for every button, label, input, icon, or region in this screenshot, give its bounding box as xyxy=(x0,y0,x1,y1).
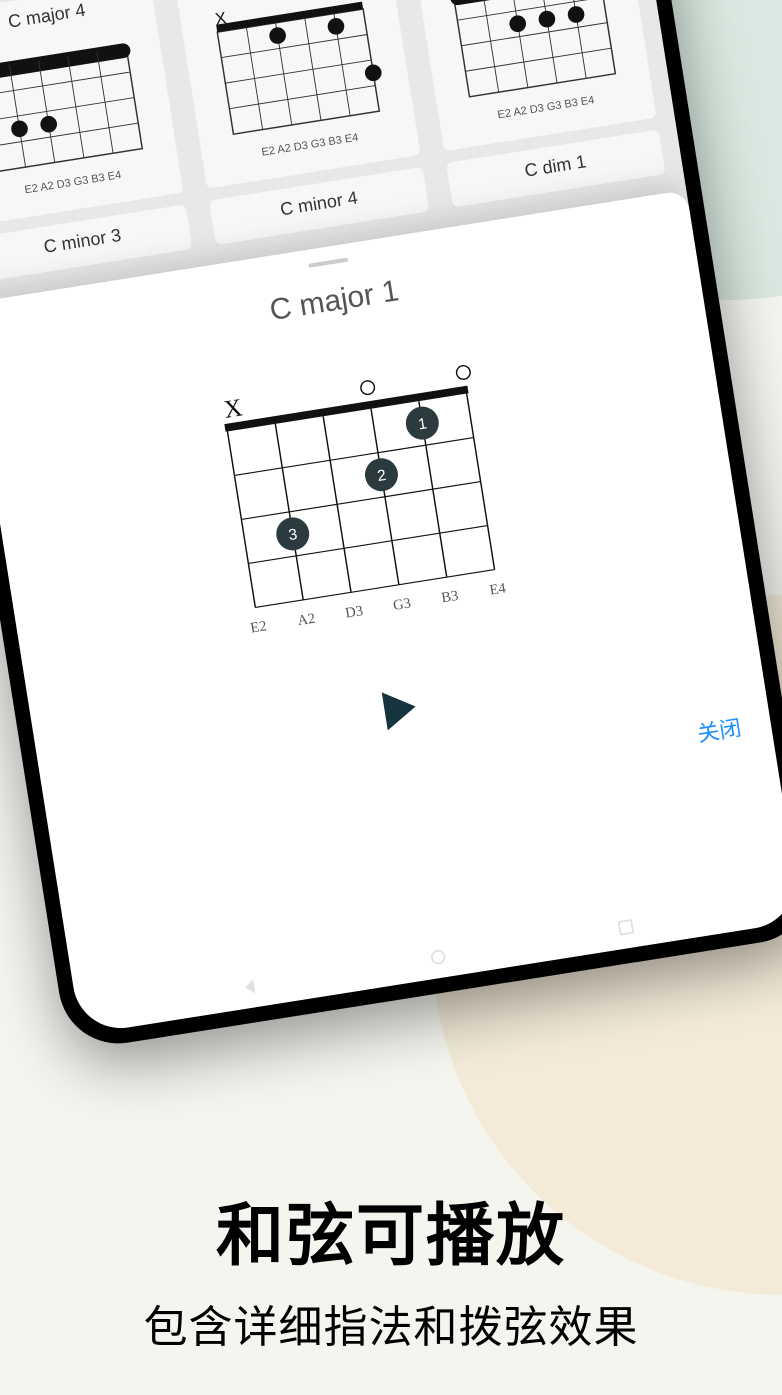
chord-detail-sheet: C major 1 X xyxy=(0,190,782,1035)
play-icon xyxy=(371,682,426,737)
marketing-subline: 包含详细指法和拨弦效果 xyxy=(0,1291,782,1355)
svg-text:A2: A2 xyxy=(296,611,316,630)
svg-text:B3: B3 xyxy=(440,588,459,606)
chord-diagram-icon: E2 A2 D3 G3 B3 E4 xyxy=(0,18,167,211)
chord-diagram-icon: X E2 xyxy=(195,0,403,174)
sheet-handle[interactable] xyxy=(308,258,348,268)
chord-card[interactable]: C minor 1 X xyxy=(174,0,420,189)
phone-mockup: — E2 A2 xyxy=(0,0,782,1052)
svg-text:E2: E2 xyxy=(249,618,267,636)
open-marker xyxy=(360,380,376,396)
chord-title: C dim 1 xyxy=(453,140,659,193)
chord-card[interactable]: C minor 2 xyxy=(410,0,656,151)
marketing-headline: 和弦可播放 xyxy=(0,1180,782,1279)
svg-text:D3: D3 xyxy=(344,603,364,622)
chord-card[interactable]: C major 4 xyxy=(0,0,184,226)
chord-title: C minor 4 xyxy=(216,178,422,231)
marketing-text: 和弦可播放 包含详细指法和拨弦效果 xyxy=(0,1180,782,1355)
mute-marker: X xyxy=(222,394,244,424)
nav-back-icon[interactable] xyxy=(240,976,261,997)
svg-text:E2 A2 D3 G3 B3 E4: E2 A2 D3 G3 B3 E4 xyxy=(260,132,358,159)
close-button[interactable]: 关闭 xyxy=(696,715,743,747)
chord-title: C minor 3 xyxy=(0,215,185,268)
chord-diagram-large: X xyxy=(193,353,539,650)
nav-home-icon[interactable] xyxy=(428,947,449,968)
open-marker xyxy=(456,365,472,381)
chord-diagram-icon: E2 A2 D3 G3 B3 E4 xyxy=(431,0,639,136)
svg-text:G3: G3 xyxy=(392,595,412,614)
nav-recent-icon[interactable] xyxy=(616,917,637,938)
svg-text:E4: E4 xyxy=(489,580,508,598)
svg-text:E2 A2 D3 G3 B3 E4: E2 A2 D3 G3 B3 E4 xyxy=(497,94,595,121)
svg-text:E2 A2 D3 G3 B3 E4: E2 A2 D3 G3 B3 E4 xyxy=(24,169,122,196)
